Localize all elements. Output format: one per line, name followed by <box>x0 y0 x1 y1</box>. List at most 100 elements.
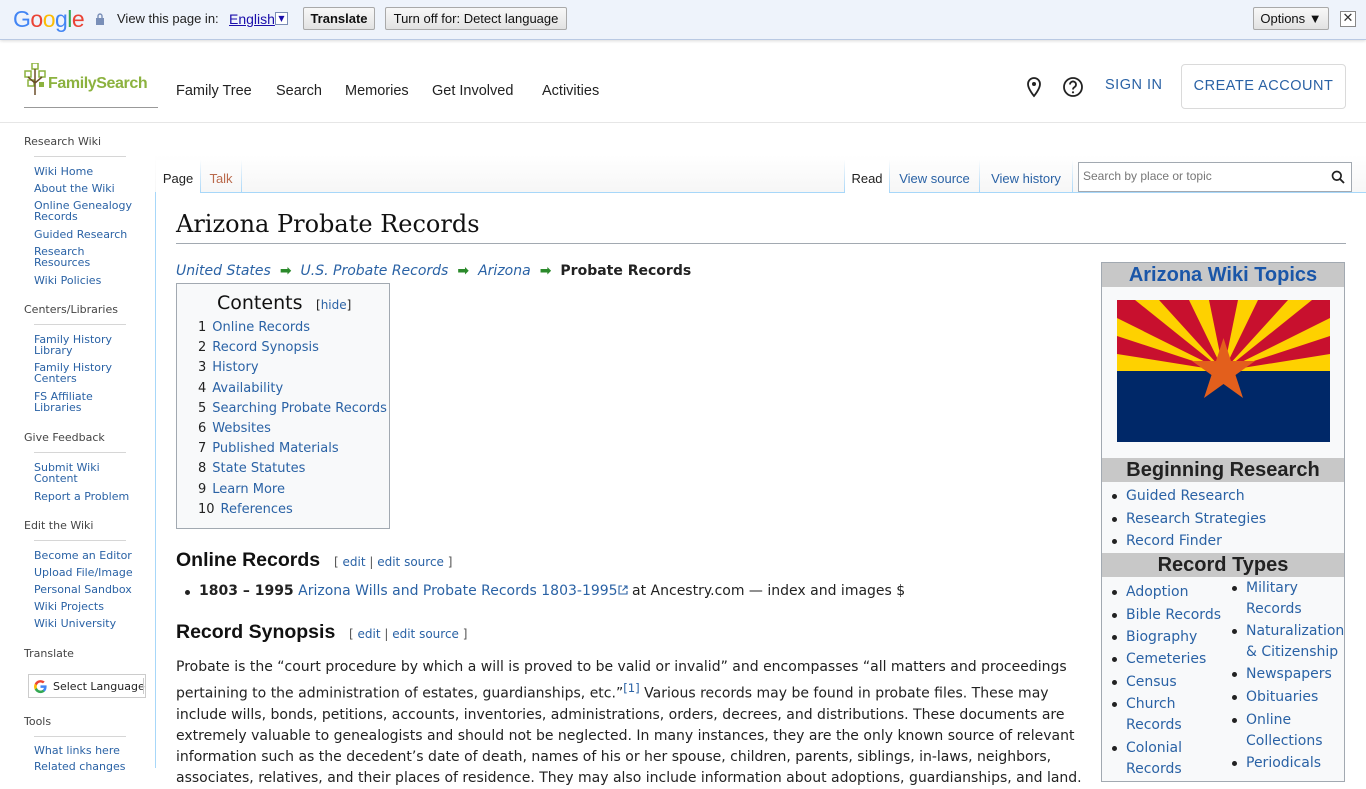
language-dropdown-icon[interactable]: ▼ <box>275 12 288 25</box>
sidebar-item-research-resources[interactable]: Research Resources <box>34 246 104 268</box>
external-link-icon <box>618 585 628 595</box>
infobox-link[interactable]: Naturalization & Citizenship <box>1232 621 1346 663</box>
toc-link[interactable]: Published Materials <box>212 441 338 456</box>
toc-link[interactable]: Online Records <box>212 320 310 335</box>
infobox-link[interactable]: Guided Research <box>1112 486 1245 507</box>
toc-hide-toggle[interactable]: [hide] <box>316 298 351 312</box>
toc-item[interactable]: 2 Record Synopsis <box>198 340 319 356</box>
nav-activities[interactable]: Activities <box>542 83 599 99</box>
toc-number: 7 <box>198 441 207 457</box>
tab-read[interactable]: Read <box>845 160 889 193</box>
sidebar-item-fs-affiliate-libraries[interactable]: FS Affiliate Libraries <box>34 391 104 413</box>
sidebar-item-upload-file[interactable]: Upload File/Image <box>34 567 144 578</box>
toc-item[interactable]: 3 History <box>198 360 259 376</box>
toc-link[interactable]: Websites <box>212 421 271 436</box>
sign-in-link[interactable]: SIGN IN <box>1105 77 1162 93</box>
edit-link[interactable]: edit <box>343 555 366 569</box>
toc-item[interactable]: 4 Availability <box>198 381 283 397</box>
toc-hide-link[interactable]: hide <box>321 298 347 312</box>
nav-family-tree[interactable]: Family Tree <box>176 83 252 99</box>
toc-item[interactable]: 9 Learn More <box>198 482 285 498</box>
sidebar-item-become-editor[interactable]: Become an Editor <box>34 550 144 561</box>
sidebar-item-wiki-university[interactable]: Wiki University <box>34 618 144 629</box>
search-icon[interactable] <box>1331 170 1345 184</box>
tab-page[interactable]: Page <box>156 160 200 193</box>
record-years: 1803 – 1995 <box>199 583 294 599</box>
breadcrumb-united-states[interactable]: United States <box>176 263 271 279</box>
section-edit-links: [ edit | edit source ] <box>334 555 453 569</box>
sidebar-item-wiki-projects[interactable]: Wiki Projects <box>34 601 144 612</box>
translate-button[interactable]: Translate <box>303 7 375 30</box>
sidebar-item-wiki-policies[interactable]: Wiki Policies <box>34 275 144 286</box>
reference-link[interactable]: [1] <box>623 681 640 695</box>
turn-off-button[interactable]: Turn off for: Detect language <box>385 7 567 30</box>
arrow-right-icon: ➡ <box>279 263 292 279</box>
options-button[interactable]: Options ▼ <box>1253 7 1329 30</box>
sidebar-item-related-changes[interactable]: Related changes <box>34 761 144 772</box>
infobox-link[interactable]: Newspapers <box>1232 664 1346 685</box>
toc-item[interactable]: 6 Websites <box>198 421 271 437</box>
sidebar-heading-research-wiki[interactable]: Research Wiki <box>24 135 101 148</box>
nav-search[interactable]: Search <box>276 83 322 99</box>
sidebar-item-family-history-centers[interactable]: Family History Centers <box>34 362 114 384</box>
sidebar-item-wiki-home[interactable]: Wiki Home <box>34 166 144 177</box>
toc-number: 4 <box>198 380 207 396</box>
toc-link[interactable]: Learn More <box>212 482 285 497</box>
logo-text: FamilySearch <box>48 75 148 92</box>
infobox-link[interactable]: Military Records <box>1232 578 1346 620</box>
infobox-link[interactable]: Colonial Records <box>1112 738 1226 780</box>
infobox-link[interactable]: Biography <box>1112 627 1226 648</box>
close-icon[interactable]: ✕ <box>1340 11 1356 27</box>
sidebar-item-what-links-here[interactable]: What links here <box>34 745 144 756</box>
infobox-link[interactable]: Periodicals <box>1232 753 1346 774</box>
sidebar-item-personal-sandbox[interactable]: Personal Sandbox <box>34 584 144 595</box>
familysearch-logo[interactable]: FamilySearch <box>24 63 158 108</box>
infobox-title[interactable]: Arizona Wiki Topics <box>1102 263 1344 287</box>
tab-view-history[interactable]: View history <box>980 160 1072 193</box>
infobox-link[interactable]: Research Strategies <box>1111 509 1266 530</box>
sidebar-item-guided-research[interactable]: Guided Research <box>34 229 144 240</box>
toc-link[interactable]: References <box>221 502 293 517</box>
toc-link[interactable]: Searching Probate Records <box>212 401 387 416</box>
sidebar-item-family-history-library[interactable]: Family History Library <box>34 334 114 356</box>
toc-item[interactable]: 8 State Statutes <box>198 461 305 477</box>
toc-item[interactable]: 1 Online Records <box>198 320 310 336</box>
toc-link[interactable]: State Statutes <box>212 461 305 476</box>
toc-item[interactable]: 5 Searching Probate Records <box>198 401 387 417</box>
edit-link[interactable]: edit <box>358 627 381 641</box>
toc-item[interactable]: 7 Published Materials <box>198 441 339 457</box>
wiki-search-input[interactable]: Search by place or topic <box>1078 162 1352 192</box>
edit-source-link[interactable]: edit source <box>392 627 459 641</box>
google-logo: Google <box>13 6 85 32</box>
record-link[interactable]: Arizona Wills and Probate Records 1803-1… <box>298 583 617 599</box>
sidebar-item-online-genealogy-records[interactable]: Online Genealogy Records <box>34 200 144 222</box>
toc-item[interactable]: 10 References <box>198 502 293 518</box>
location-pin-icon[interactable] <box>1023 76 1045 98</box>
breadcrumb-arizona[interactable]: Arizona <box>478 263 531 279</box>
infobox-link[interactable]: Online Collections <box>1232 710 1346 752</box>
create-account-button[interactable]: CREATE ACCOUNT <box>1181 64 1346 109</box>
select-language-dropdown[interactable]: Select Language <box>28 674 146 698</box>
breadcrumb-us-probate-records[interactable]: U.S. Probate Records <box>301 263 449 279</box>
infobox-link[interactable]: Census <box>1112 672 1226 693</box>
edit-source-link[interactable]: edit source <box>377 555 444 569</box>
tab-talk[interactable]: Talk <box>201 160 241 193</box>
sidebar-item-about-wiki[interactable]: About the Wiki <box>34 183 144 194</box>
tab-view-source[interactable]: View source <box>890 160 979 193</box>
infobox-link[interactable]: Cemeteries <box>1112 649 1226 670</box>
nav-get-involved[interactable]: Get Involved <box>432 83 513 99</box>
infobox-link[interactable]: Adoption <box>1112 582 1226 603</box>
nav-memories[interactable]: Memories <box>345 83 409 99</box>
infobox-link[interactable]: Bible Records <box>1112 605 1226 626</box>
sidebar-item-submit-wiki-content[interactable]: Submit Wiki Content <box>34 462 106 484</box>
help-icon[interactable] <box>1062 76 1084 98</box>
toc-link[interactable]: Availability <box>212 381 283 396</box>
sidebar-item-report-problem[interactable]: Report a Problem <box>34 491 144 502</box>
infobox-link[interactable]: Church Records <box>1112 694 1226 736</box>
infobox-link[interactable]: Obituaries <box>1232 687 1346 708</box>
toc-number: 10 <box>198 501 215 517</box>
infobox-link[interactable]: Record Finder <box>1112 531 1222 552</box>
toc-link[interactable]: History <box>212 360 258 375</box>
translate-language-link[interactable]: English <box>229 11 275 27</box>
toc-link[interactable]: Record Synopsis <box>212 340 319 355</box>
